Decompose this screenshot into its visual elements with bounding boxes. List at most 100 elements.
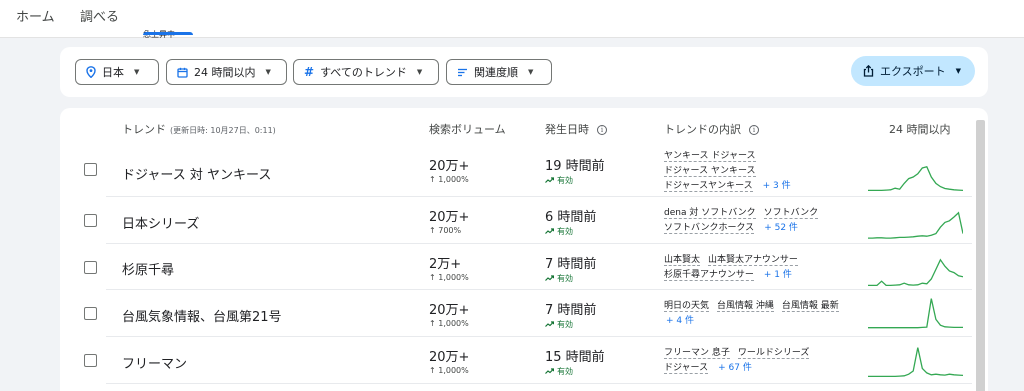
- breakdown-line: ヤンキース ドジャース: [664, 148, 874, 163]
- more-queries-link[interactable]: + 1 件: [764, 270, 792, 280]
- header-breakdown: トレンドの内訳 i: [664, 121, 759, 137]
- breakdown-line: + 4 件: [664, 313, 874, 328]
- more-queries-link[interactable]: + 67 件: [718, 363, 752, 373]
- header-started[interactable]: 発生日時 i: [545, 121, 607, 137]
- row-checkbox[interactable]: [84, 261, 97, 274]
- table-row[interactable]: 日本シリーズ 20万+ ↑ 700% 6 時間前 有効 dena 対 ソフトバンク ソフトバ…: [60, 197, 972, 244]
- trending-up-icon: [545, 368, 555, 374]
- status-label: 有効: [557, 320, 573, 329]
- location-pin-icon: [86, 66, 96, 78]
- period-filter[interactable]: 24 時間以内 ▼: [166, 59, 287, 85]
- row-checkbox[interactable]: [84, 354, 97, 367]
- trend-sparkline: [868, 298, 963, 329]
- trend-sparkline: [868, 211, 963, 239]
- breakdown-line: ドジャース ヤンキース: [664, 163, 874, 178]
- breakdown-query[interactable]: ドジャース ヤンキース: [664, 166, 756, 177]
- chevron-down-icon: ▼: [528, 68, 534, 76]
- sort-filter-label: 関連度順: [474, 66, 518, 79]
- breakdown-query[interactable]: 台風情報 最新: [781, 301, 839, 312]
- table-row[interactable]: 台風気象情報、台風第21号 20万+ ↑ 1,000% 7 時間前 有効 明日の天気 台風情…: [60, 290, 972, 337]
- sparkline-series: [868, 166, 963, 192]
- trend-title: 日本シリーズ: [122, 216, 200, 232]
- trend-breakdown: フリーマン 息子 ワールドシリーズドジャース + 67 件: [664, 345, 874, 375]
- tab-explore[interactable]: 調べる: [80, 6, 119, 25]
- sparkline-series: [868, 258, 963, 287]
- info-icon[interactable]: i: [597, 125, 607, 135]
- breakdown-query[interactable]: 杉原千尋アナウンサー: [664, 270, 754, 281]
- volume-change: ↑ 1,000%: [429, 319, 469, 328]
- category-filter-label: すべてのトレンド: [320, 66, 407, 79]
- breakdown-query[interactable]: フリーマン 息子: [664, 348, 730, 359]
- row-checkbox[interactable]: [84, 214, 97, 227]
- sort-icon: [458, 68, 467, 76]
- row-divider: [106, 383, 972, 384]
- status-label: 有効: [557, 367, 573, 376]
- breakdown-line: dena 対 ソフトバンク ソフトバンク: [664, 205, 874, 220]
- trend-title: ドジャース 対 ヤンキース: [122, 167, 272, 183]
- updated-timestamp: (更新日時: 10月27日、0:11): [170, 126, 276, 135]
- more-queries-link[interactable]: + 52 件: [764, 223, 798, 233]
- export-button-label: エクスポート: [880, 65, 946, 78]
- row-checkbox[interactable]: [84, 307, 97, 320]
- share-export-icon: [863, 65, 874, 77]
- active-tab-indicator: [143, 32, 193, 35]
- breakdown-query[interactable]: 山本賢太アナウンサー: [708, 255, 798, 266]
- search-volume: 20万+: [429, 350, 470, 365]
- chevron-down-icon: ▼: [416, 68, 423, 76]
- volume-change: ↑ 700%: [429, 226, 462, 235]
- breakdown-query[interactable]: dena 対 ソフトバンク: [664, 208, 756, 219]
- info-icon[interactable]: i: [749, 125, 759, 135]
- status-label: 有効: [557, 176, 573, 185]
- header-started-label: 発生日時: [545, 123, 589, 136]
- breakdown-line: 杉原千尋アナウンサー + 1 件: [664, 267, 874, 282]
- period-filter-label: 24 時間以内: [194, 66, 256, 79]
- search-volume: 20万+: [429, 159, 470, 174]
- header-trend: トレンド (更新日時: 10月27日、0:11): [122, 121, 276, 137]
- hashtag-icon: #: [304, 65, 315, 79]
- table-row[interactable]: ドジャース 対 ヤンキース 20万+ ↑ 1,000% 19 時間前 有効 ヤンキース ド…: [60, 146, 972, 197]
- tab-home[interactable]: ホーム: [16, 6, 55, 25]
- breakdown-query[interactable]: ヤンキース ドジャース: [664, 151, 756, 162]
- started-time: 7 時間前: [545, 257, 597, 272]
- trend-breakdown: dena 対 ソフトバンク ソフトバンク ソフトバンクホークス + 52 件: [664, 205, 874, 235]
- breakdown-query[interactable]: ソフトバンク: [763, 208, 819, 219]
- trending-up-icon: [545, 228, 555, 234]
- breakdown-query[interactable]: 山本賢太: [664, 255, 701, 266]
- header-breakdown-label: トレンドの内訳: [664, 123, 741, 136]
- table-row[interactable]: 杉原千尋 2万+ ↑ 1,000% 7 時間前 有効 山本賢太 山本賢太アナウンサー 杉原千尋…: [60, 244, 972, 290]
- category-filter[interactable]: # すべてのトレンド ▼: [293, 59, 439, 85]
- trends-table: トレンド (更新日時: 10月27日、0:11) 検索ボリューム 発生日時 i トレ…: [60, 108, 988, 391]
- more-queries-link[interactable]: + 3 件: [763, 181, 791, 191]
- row-checkbox[interactable]: [84, 163, 97, 176]
- more-queries-link[interactable]: + 4 件: [666, 316, 694, 326]
- table-row[interactable]: フリーマン 20万+ ↑ 1,000% 15 時間前 有効 フリーマン 息子 ワールドシリー…: [60, 337, 972, 384]
- trend-breakdown: ヤンキース ドジャース ドジャース ヤンキース ドジャースヤンキース + 3 件: [664, 148, 874, 193]
- sort-filter[interactable]: 関連度順 ▼: [446, 59, 552, 85]
- search-volume: 20万+: [429, 303, 470, 318]
- breakdown-query[interactable]: 明日の天気: [664, 301, 710, 312]
- region-filter[interactable]: 日本 ▼: [75, 59, 159, 85]
- started-time: 7 時間前: [545, 303, 597, 318]
- trend-breakdown: 山本賢太 山本賢太アナウンサー杉原千尋アナウンサー + 1 件: [664, 252, 874, 282]
- scrollbar[interactable]: [976, 120, 985, 391]
- trend-sparkline: [868, 347, 963, 378]
- header-trend-label: トレンド: [122, 123, 166, 136]
- header-volume[interactable]: 検索ボリューム: [429, 121, 506, 137]
- header-graph: 24 時間以内: [889, 123, 951, 136]
- breakdown-query[interactable]: ソフトバンクホークス: [664, 223, 755, 234]
- export-button[interactable]: エクスポート ▼: [851, 56, 975, 86]
- breakdown-query[interactable]: ドジャースヤンキース: [664, 181, 753, 192]
- breakdown-query[interactable]: ワールドシリーズ: [737, 348, 810, 359]
- status-label: 有効: [557, 274, 573, 283]
- calendar-icon: [177, 67, 188, 78]
- filter-bar: 日本 ▼ 24 時間以内 ▼ # すべてのトレンド ▼ 関連度順 ▼ エクスポー: [60, 47, 988, 97]
- breakdown-query[interactable]: 台風情報 沖縄: [717, 301, 774, 312]
- started-time: 15 時間前: [545, 350, 605, 365]
- breakdown-query[interactable]: ドジャース: [664, 363, 709, 374]
- breakdown-line: 明日の天気 台風情報 沖縄 台風情報 最新: [664, 298, 874, 313]
- trend-sparkline: [868, 166, 963, 192]
- breakdown-line: フリーマン 息子 ワールドシリーズ: [664, 345, 874, 360]
- status-badge: 有効: [545, 273, 573, 284]
- trend-title: フリーマン: [122, 356, 188, 372]
- trend-sparkline: [868, 258, 963, 287]
